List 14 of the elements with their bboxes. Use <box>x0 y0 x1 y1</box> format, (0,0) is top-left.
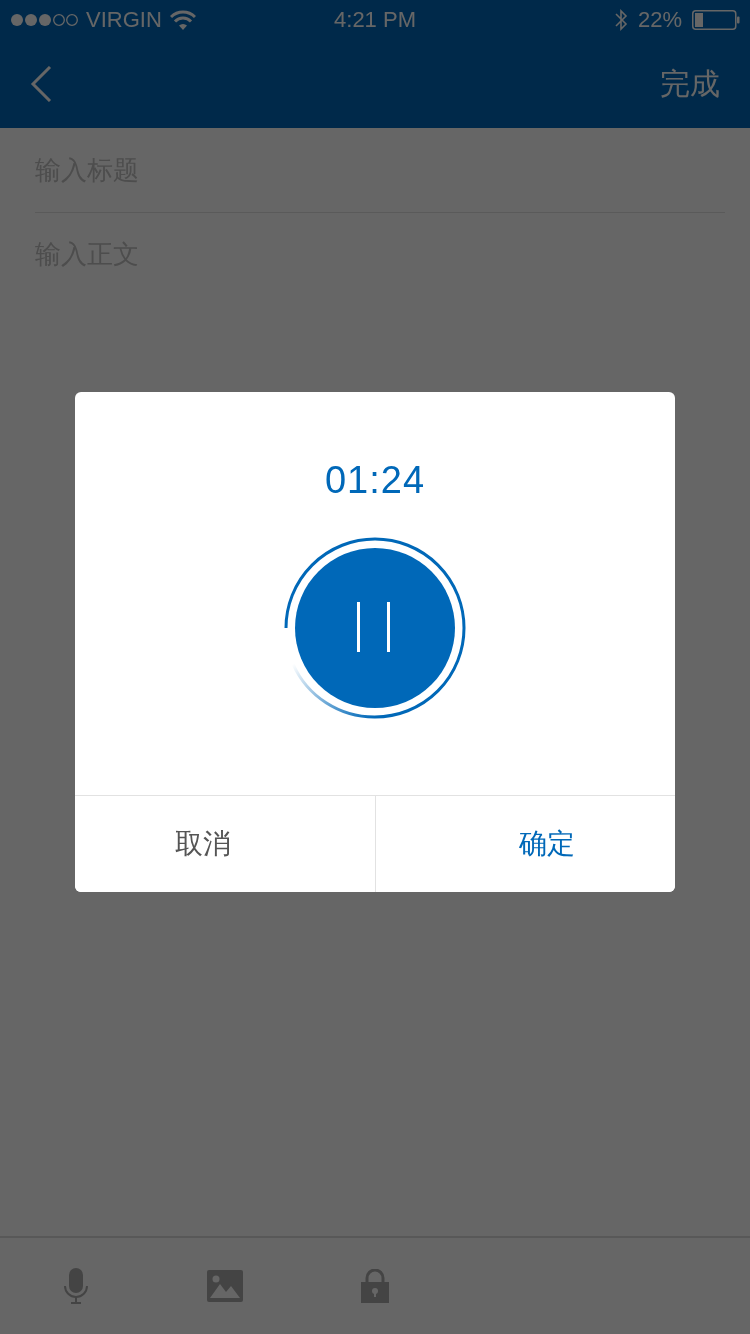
lock-icon[interactable] <box>360 1269 390 1303</box>
pause-button[interactable] <box>295 548 455 708</box>
confirm-button[interactable]: 确定 <box>374 796 675 892</box>
back-icon[interactable] <box>30 66 52 102</box>
microphone-icon[interactable] <box>63 1268 89 1304</box>
status-time: 4:21 PM <box>334 7 416 33</box>
signal-icon <box>10 13 78 27</box>
battery-percent: 22% <box>637 7 682 33</box>
battery-icon <box>692 10 740 30</box>
carrier-name: VIRGIN <box>86 7 162 33</box>
image-icon[interactable] <box>206 1270 243 1302</box>
wifi-icon <box>169 10 196 30</box>
recording-timer: 01:24 <box>324 458 426 502</box>
bluetooth-icon <box>613 8 628 32</box>
